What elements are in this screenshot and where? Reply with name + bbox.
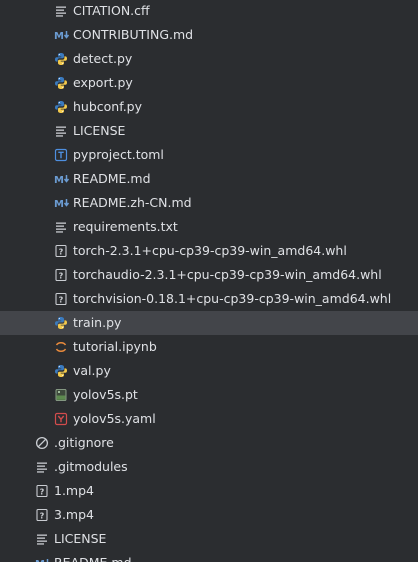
file-name: LICENSE bbox=[73, 123, 126, 138]
project-file-tree: CITATION.cff M CONTRIBUTING.md detect.py exp… bbox=[0, 0, 418, 562]
file-row[interactable]: .gitmodules bbox=[0, 455, 418, 479]
markdown-icon: M bbox=[54, 28, 70, 42]
svg-text:?: ? bbox=[59, 295, 64, 304]
text-lines-icon bbox=[54, 4, 68, 18]
file-row[interactable]: M README.zh-CN.md bbox=[0, 191, 418, 215]
unknown-file-icon: ? bbox=[54, 244, 68, 258]
text-lines-icon bbox=[35, 532, 49, 546]
ignore-icon bbox=[35, 436, 49, 450]
file-row[interactable]: pyproject.toml bbox=[0, 143, 418, 167]
binary-file-icon bbox=[54, 388, 68, 402]
file-row[interactable]: yolov5s.yaml bbox=[0, 407, 418, 431]
file-name: hubconf.py bbox=[73, 99, 143, 114]
file-row[interactable]: val.py bbox=[0, 359, 418, 383]
file-row[interactable]: hubconf.py bbox=[0, 95, 418, 119]
file-name: export.py bbox=[73, 75, 133, 90]
python-icon bbox=[54, 76, 68, 90]
yaml-icon bbox=[54, 412, 68, 426]
file-row[interactable]: M CONTRIBUTING.md bbox=[0, 23, 418, 47]
file-row[interactable]: tutorial.ipynb bbox=[0, 335, 418, 359]
notebook-icon bbox=[54, 340, 68, 354]
svg-text:M: M bbox=[54, 199, 64, 210]
file-row[interactable]: ? 3.mp4 bbox=[0, 503, 418, 527]
file-name: 3.mp4 bbox=[54, 507, 94, 522]
file-row[interactable]: yolov5s.pt bbox=[0, 383, 418, 407]
unknown-file-icon: ? bbox=[35, 508, 49, 522]
unknown-file-icon: ? bbox=[35, 484, 49, 498]
file-name: torchaudio-2.3.1+cpu-cp39-cp39-win_amd64… bbox=[73, 267, 382, 282]
svg-text:?: ? bbox=[40, 487, 45, 496]
file-name: README.md bbox=[54, 551, 132, 562]
file-name: requirements.txt bbox=[73, 219, 178, 234]
file-row[interactable]: CITATION.cff bbox=[0, 0, 418, 23]
file-row[interactable]: ? 1.mp4 bbox=[0, 479, 418, 503]
svg-text:?: ? bbox=[40, 511, 45, 520]
python-icon bbox=[54, 100, 68, 114]
markdown-icon: M bbox=[35, 556, 51, 562]
unknown-file-icon: ? bbox=[54, 268, 68, 282]
file-name: torchvision-0.18.1+cpu-cp39-cp39-win_amd… bbox=[73, 291, 392, 306]
file-name: LICENSE bbox=[54, 531, 107, 546]
file-name: 1.mp4 bbox=[54, 483, 94, 498]
markdown-icon: M bbox=[54, 196, 70, 210]
svg-text:M: M bbox=[54, 31, 64, 42]
file-row[interactable]: detect.py bbox=[0, 47, 418, 71]
markdown-icon: M bbox=[54, 172, 70, 186]
file-name: README.zh-CN.md bbox=[73, 195, 192, 210]
file-name: torch-2.3.1+cpu-cp39-cp39-win_amd64.whl bbox=[73, 243, 347, 258]
file-name: val.py bbox=[73, 363, 111, 378]
file-name: README.md bbox=[73, 171, 151, 186]
file-row[interactable]: export.py bbox=[0, 71, 418, 95]
file-row[interactable]: ? torch-2.3.1+cpu-cp39-cp39-win_amd64.whl bbox=[0, 239, 418, 263]
file-name: yolov5s.yaml bbox=[73, 411, 156, 426]
file-row[interactable]: LICENSE bbox=[0, 527, 418, 551]
toml-icon bbox=[54, 148, 68, 162]
text-lines-icon bbox=[54, 124, 68, 138]
file-name: CITATION.cff bbox=[73, 3, 150, 18]
python-icon bbox=[54, 316, 68, 330]
file-row[interactable]: LICENSE bbox=[0, 119, 418, 143]
svg-text:M: M bbox=[54, 175, 64, 186]
file-row[interactable]: train.py bbox=[0, 311, 418, 335]
file-name: detect.py bbox=[73, 51, 133, 66]
svg-text:?: ? bbox=[59, 247, 64, 256]
python-icon bbox=[54, 52, 68, 66]
file-row[interactable]: ? torchaudio-2.3.1+cpu-cp39-cp39-win_amd6… bbox=[0, 263, 418, 287]
file-name: .gitmodules bbox=[54, 459, 128, 474]
file-name: yolov5s.pt bbox=[73, 387, 138, 402]
python-icon bbox=[54, 364, 68, 378]
file-row[interactable]: ? torchvision-0.18.1+cpu-cp39-cp39-win_am… bbox=[0, 287, 418, 311]
text-lines-icon bbox=[35, 460, 49, 474]
file-row[interactable]: requirements.txt bbox=[0, 215, 418, 239]
file-name: pyproject.toml bbox=[73, 147, 164, 162]
file-name: tutorial.ipynb bbox=[73, 339, 157, 354]
file-name: CONTRIBUTING.md bbox=[73, 27, 194, 42]
file-name: train.py bbox=[73, 315, 122, 330]
svg-text:?: ? bbox=[59, 271, 64, 280]
text-lines-icon bbox=[54, 220, 68, 234]
unknown-file-icon: ? bbox=[54, 292, 68, 306]
file-name: .gitignore bbox=[54, 435, 114, 450]
file-row[interactable]: MREADME.md bbox=[0, 551, 418, 562]
file-row[interactable]: .gitignore bbox=[0, 431, 418, 455]
file-row[interactable]: M README.md bbox=[0, 167, 418, 191]
